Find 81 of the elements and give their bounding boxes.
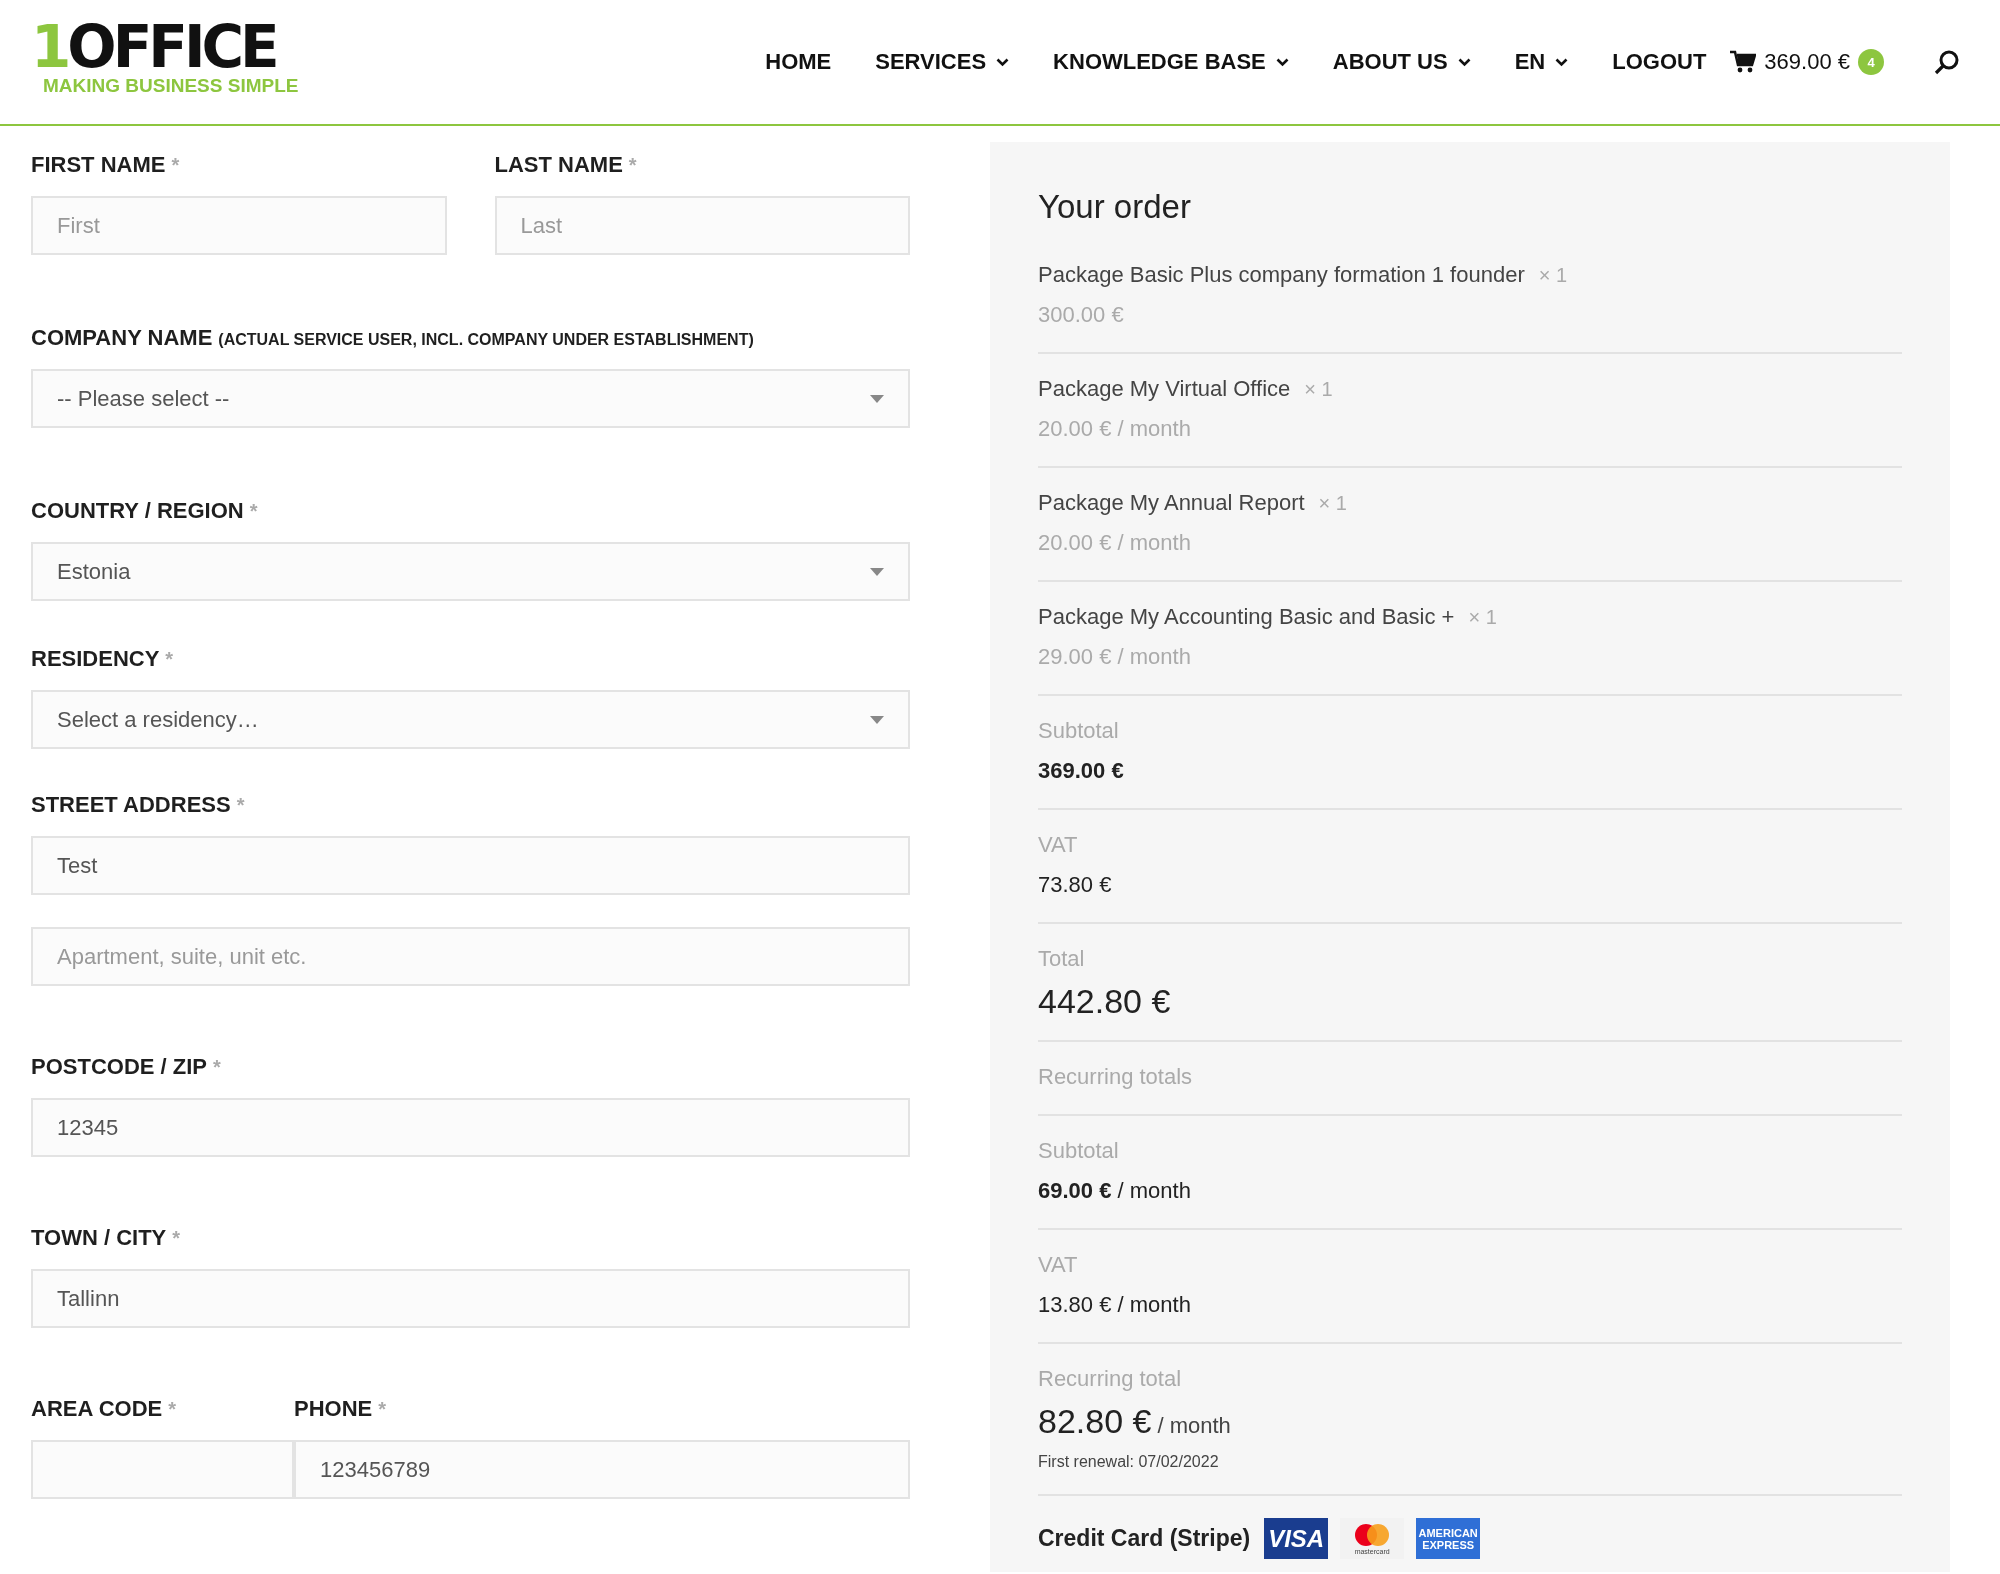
caret-icon <box>870 394 884 403</box>
chevron-down-icon <box>1457 57 1471 67</box>
chevron-down-icon <box>1555 57 1569 67</box>
item-name: Package My Virtual Office <box>1038 376 1291 401</box>
renewal-note: First renewal: 07/02/2022 <box>1038 1452 1220 1472</box>
field-label: FIRST NAME <box>31 152 166 178</box>
total-value: 442.80 € <box>1038 982 1171 1020</box>
nav-link[interactable]: ABOUT US <box>1332 49 1448 75</box>
card-logo: AMERICAN EXPRESS <box>1416 1518 1481 1559</box>
field-note: (ACTUAL SERVICE USER, INCL. COMPANY UNDER ESTABLISHMENT) <box>218 331 754 349</box>
dropdown[interactable]: Select a residency… <box>31 690 910 749</box>
dropdown[interactable]: -- Please select -- <box>31 369 910 428</box>
tagline: MAKING BUSINESS SIMPLE <box>43 75 299 97</box>
item-quantity: × 1 <box>1304 378 1333 400</box>
required-asterisk: * <box>168 1398 176 1421</box>
input-field[interactable]: Tallinn <box>31 1269 910 1328</box>
item-quantity: × 1 <box>1318 492 1347 514</box>
required-asterisk: * <box>628 154 637 177</box>
search-icon[interactable] <box>1934 49 1960 75</box>
field-label: AREA CODE <box>31 1396 163 1422</box>
caret-icon <box>870 715 884 724</box>
input-field[interactable]: 123456789 <box>294 1440 910 1499</box>
item-quantity: × 1 <box>1538 264 1568 286</box>
order-title: Your order <box>1038 188 1192 226</box>
total-value: 369.00 € <box>1038 757 1125 785</box>
nav-link[interactable]: SERVICES <box>875 49 987 75</box>
total-label: VAT <box>1038 831 1079 859</box>
total-label: Total <box>1038 945 1086 973</box>
caret-icon <box>870 567 884 576</box>
input-field[interactable]: Last <box>494 196 910 255</box>
item-name: Package My Accounting Basic and Basic + <box>1038 604 1455 629</box>
field-label: POSTCODE / ZIP <box>31 1054 208 1080</box>
item-quantity: × 1 <box>1468 606 1497 628</box>
field-label: COMPANY NAME <box>31 325 213 351</box>
total-value: 13.80 € / month <box>1038 1291 1192 1319</box>
required-asterisk: * <box>236 794 245 817</box>
cart-count: 4 <box>1858 49 1884 75</box>
total-value: 82.80 € <box>1038 1402 1152 1440</box>
field-label: LAST NAME <box>494 152 623 178</box>
field-label: COUNTRY / REGION <box>31 498 244 524</box>
input-field[interactable]: 12345 <box>31 1098 910 1157</box>
payment-method[interactable]: Credit Card (Stripe) <box>1038 1525 1251 1552</box>
cart-total[interactable]: 369.00 € <box>1764 49 1850 75</box>
input-field[interactable]: First <box>31 196 447 255</box>
required-asterisk: * <box>378 1398 387 1421</box>
field-label: PHONE <box>294 1396 373 1422</box>
logo[interactable]: 1OFFICE <box>31 19 299 75</box>
total-value: 69.00 € / month <box>1038 1177 1192 1205</box>
nav-link[interactable]: EN <box>1514 49 1546 75</box>
input-field[interactable] <box>31 1440 294 1499</box>
item-name: Package My Annual Report <box>1038 490 1305 515</box>
item-price: 300.00 € <box>1038 301 1125 329</box>
item-name: Package Basic Plus company formation 1 founder <box>1038 262 1525 287</box>
field-label: STREET ADDRESS <box>31 792 231 818</box>
total-label: Recurring totals <box>1038 1063 1194 1091</box>
card-logo: VISA <box>1264 1518 1329 1559</box>
period-text: / month <box>1157 1413 1231 1438</box>
total-label: Subtotal <box>1038 717 1120 745</box>
item-price: 20.00 € / month <box>1038 529 1192 557</box>
total-value: 73.80 € <box>1038 871 1113 899</box>
item-price: 29.00 € / month <box>1038 643 1192 671</box>
cart-icon[interactable] <box>1730 50 1757 74</box>
item-price: 20.00 € / month <box>1038 415 1192 443</box>
required-asterisk: * <box>213 1056 221 1079</box>
required-asterisk: * <box>172 1227 181 1250</box>
nav-link[interactable]: HOME <box>765 49 832 75</box>
field-label: TOWN / CITY <box>31 1225 167 1251</box>
input-field[interactable]: Test <box>31 836 910 895</box>
total-label: Subtotal <box>1038 1137 1120 1165</box>
dropdown[interactable]: Estonia <box>31 542 910 601</box>
total-label: Recurring total <box>1038 1365 1183 1393</box>
chevron-down-icon <box>996 57 1010 67</box>
required-asterisk: * <box>171 154 180 177</box>
input-field[interactable]: Apartment, suite, unit etc. <box>31 927 910 986</box>
required-asterisk: * <box>165 648 174 671</box>
total-label: VAT <box>1038 1251 1079 1279</box>
nav-link[interactable]: LOGOUT <box>1612 49 1707 75</box>
field-label: RESIDENCY <box>31 646 160 672</box>
nav-link[interactable]: KNOWLEDGE BASE <box>1053 49 1266 75</box>
required-asterisk: * <box>249 500 258 523</box>
chevron-down-icon <box>1275 57 1289 67</box>
